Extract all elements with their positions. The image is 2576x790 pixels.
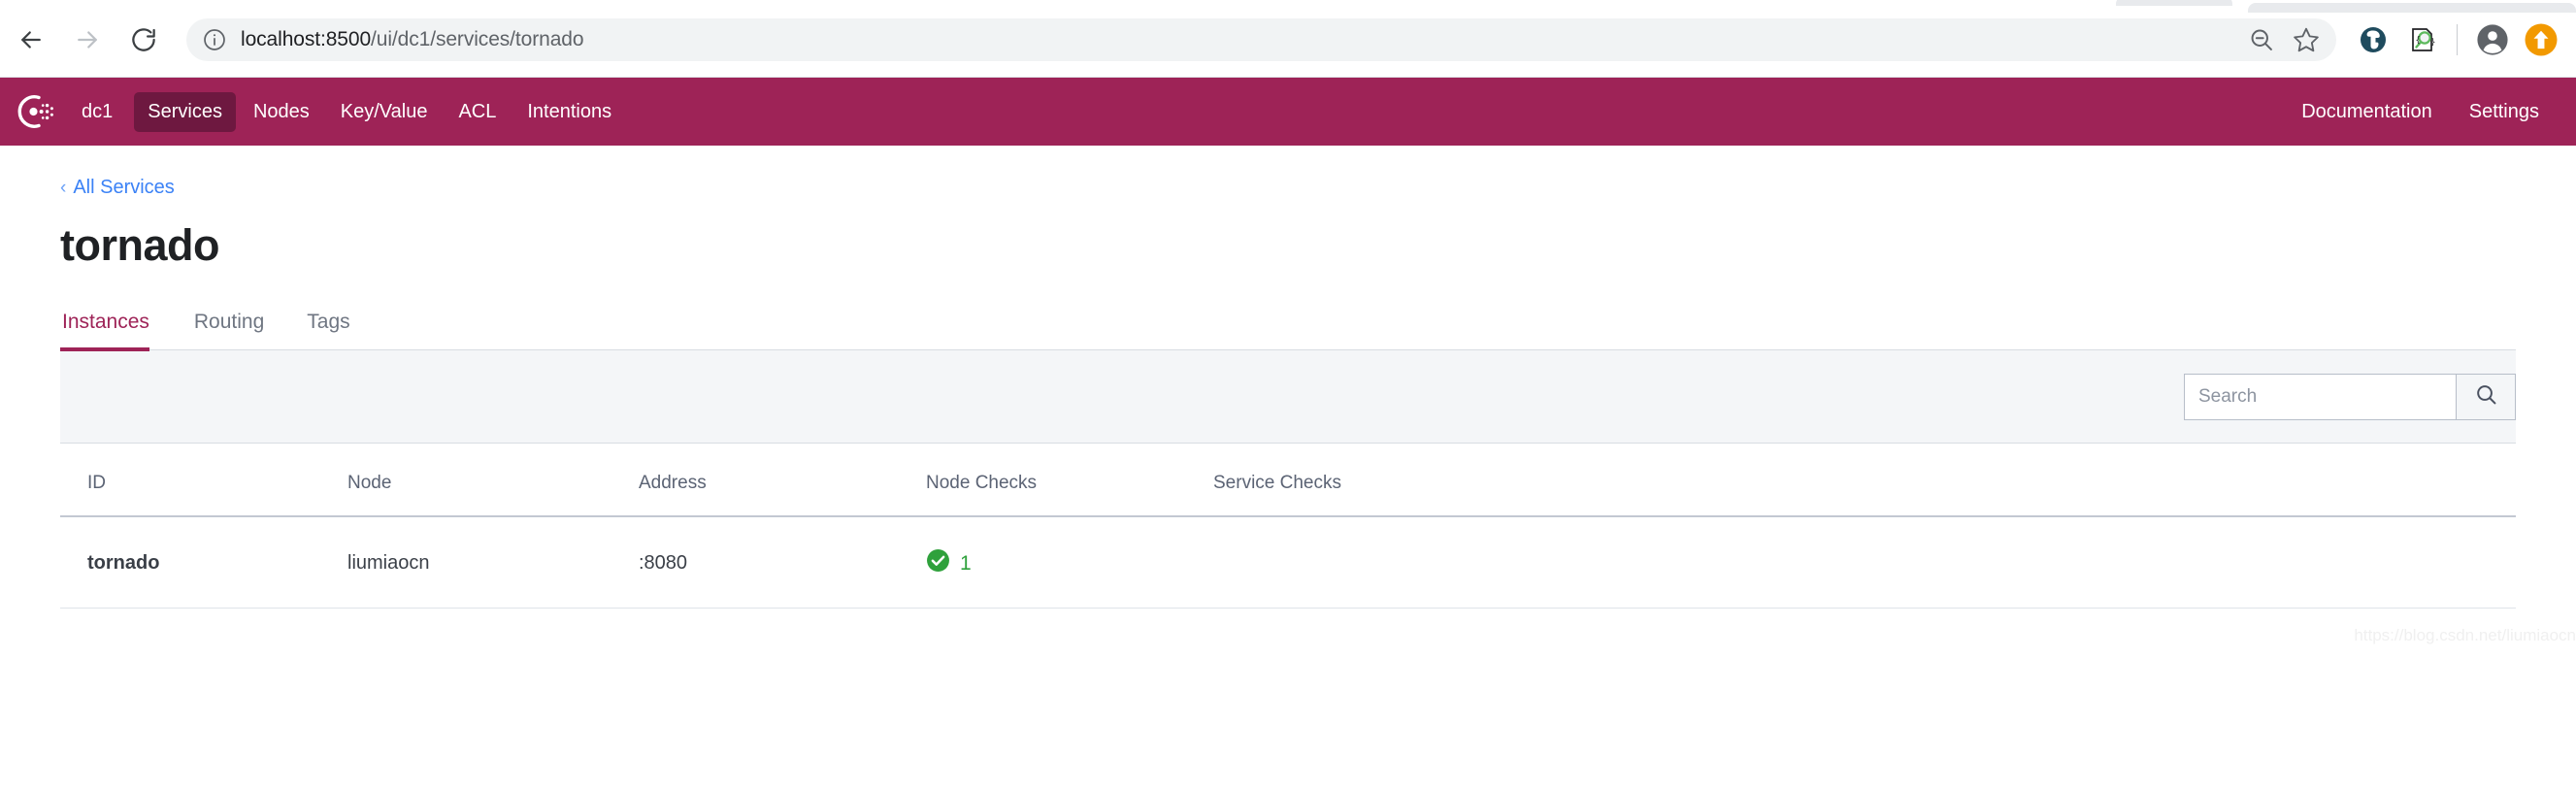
address-bar-text: localhost:8500/ui/dc1/services/tornado	[241, 28, 584, 51]
nav-item-acl[interactable]: ACL	[445, 92, 510, 132]
column-header-id: ID	[60, 444, 347, 517]
reload-icon[interactable]	[120, 16, 167, 63]
svg-text:{: {	[2416, 36, 2421, 46]
tab-tags[interactable]: Tags	[285, 311, 371, 349]
breadcrumb-label: All Services	[73, 177, 175, 198]
nav-item-key-value[interactable]: Key/Value	[327, 92, 442, 132]
table-toolbar	[60, 350, 2516, 444]
consul-logo-icon[interactable]	[14, 91, 54, 132]
status-badge: 1	[926, 548, 972, 578]
site-info-icon[interactable]	[202, 27, 227, 52]
star-icon[interactable]	[2290, 23, 2323, 56]
table-row[interactable]: tornado liumiaocn :8080 1	[60, 516, 2516, 609]
cell-node: liumiaocn	[347, 516, 639, 609]
table-body: tornado liumiaocn :8080 1	[60, 516, 2516, 609]
nav-datacenter[interactable]: dc1	[72, 92, 130, 132]
url-path: /ui/dc1/services/tornado	[371, 28, 584, 50]
cell-id[interactable]: tornado	[60, 516, 347, 609]
zoom-out-icon[interactable]	[2245, 23, 2278, 56]
search-button[interactable]	[2456, 373, 2516, 420]
back-arrow-icon[interactable]	[8, 16, 54, 63]
search-icon	[2474, 382, 2498, 411]
column-header-address: Address	[639, 444, 926, 517]
nav-item-nodes[interactable]: Nodes	[240, 92, 323, 132]
evernote-extension-icon[interactable]	[2352, 18, 2394, 61]
page-content: ‹ All Services tornado Instances Routing…	[0, 146, 2576, 644]
check-circle-icon	[926, 548, 950, 578]
nav-item-intentions[interactable]: Intentions	[513, 92, 625, 132]
browser-chrome: localhost:8500/ui/dc1/services/tornado {…	[0, 0, 2576, 78]
chevron-left-icon: ‹	[60, 177, 67, 198]
page-title: tornado	[60, 220, 219, 270]
instances-table: ID Node Address Node Checks Service Chec…	[60, 444, 2516, 609]
tab-bar: Instances Routing Tags	[60, 296, 2516, 351]
cell-node-checks: 1	[926, 516, 1213, 609]
nav-item-documentation[interactable]: Documentation	[2288, 92, 2446, 132]
extension-toolbar: {}	[2352, 18, 2576, 61]
search-input[interactable]	[2184, 373, 2456, 420]
browser-toolbar: localhost:8500/ui/dc1/services/tornado {…	[0, 10, 2576, 70]
watermark: https://blog.csdn.net/liumiaocn	[2354, 626, 2576, 644]
table-header-row: ID Node Address Node Checks Service Chec…	[60, 444, 2516, 517]
table-head: ID Node Address Node Checks Service Chec…	[60, 444, 2516, 517]
cell-address: :8080	[639, 516, 926, 609]
primary-nav: dc1 Services Nodes Key/Value ACL Intenti…	[72, 91, 625, 132]
search-group	[2184, 373, 2516, 420]
breadcrumb-all-services[interactable]: ‹ All Services	[60, 177, 175, 199]
tab-instances[interactable]: Instances	[60, 311, 173, 351]
column-header-node: Node	[347, 444, 639, 517]
column-header-node-checks: Node Checks	[926, 444, 1213, 517]
tab-routing[interactable]: Routing	[173, 311, 285, 349]
svg-text:}: }	[2430, 38, 2435, 48]
inspector-extension-icon[interactable]: {}	[2400, 18, 2443, 61]
toolbar-divider	[2457, 24, 2458, 55]
nav-item-services[interactable]: Services	[134, 91, 236, 132]
nav-item-settings[interactable]: Settings	[2456, 92, 2553, 132]
profile-avatar-icon[interactable]	[2471, 18, 2514, 61]
forward-arrow-icon[interactable]	[64, 16, 111, 63]
url-host: localhost:8500	[241, 28, 372, 50]
column-header-service-checks: Service Checks	[1213, 444, 2516, 517]
secondary-nav: Documentation Settings	[2288, 92, 2553, 132]
cell-service-checks	[1213, 516, 2516, 609]
update-arrow-icon[interactable]	[2520, 18, 2562, 61]
browser-tab-strip	[0, 0, 2576, 13]
browser-tab[interactable]	[2116, 0, 2232, 6]
address-bar[interactable]: localhost:8500/ui/dc1/services/tornado	[186, 18, 2336, 61]
consul-navbar: dc1 Services Nodes Key/Value ACL Intenti…	[0, 78, 2576, 146]
node-checks-count: 1	[960, 551, 972, 575]
